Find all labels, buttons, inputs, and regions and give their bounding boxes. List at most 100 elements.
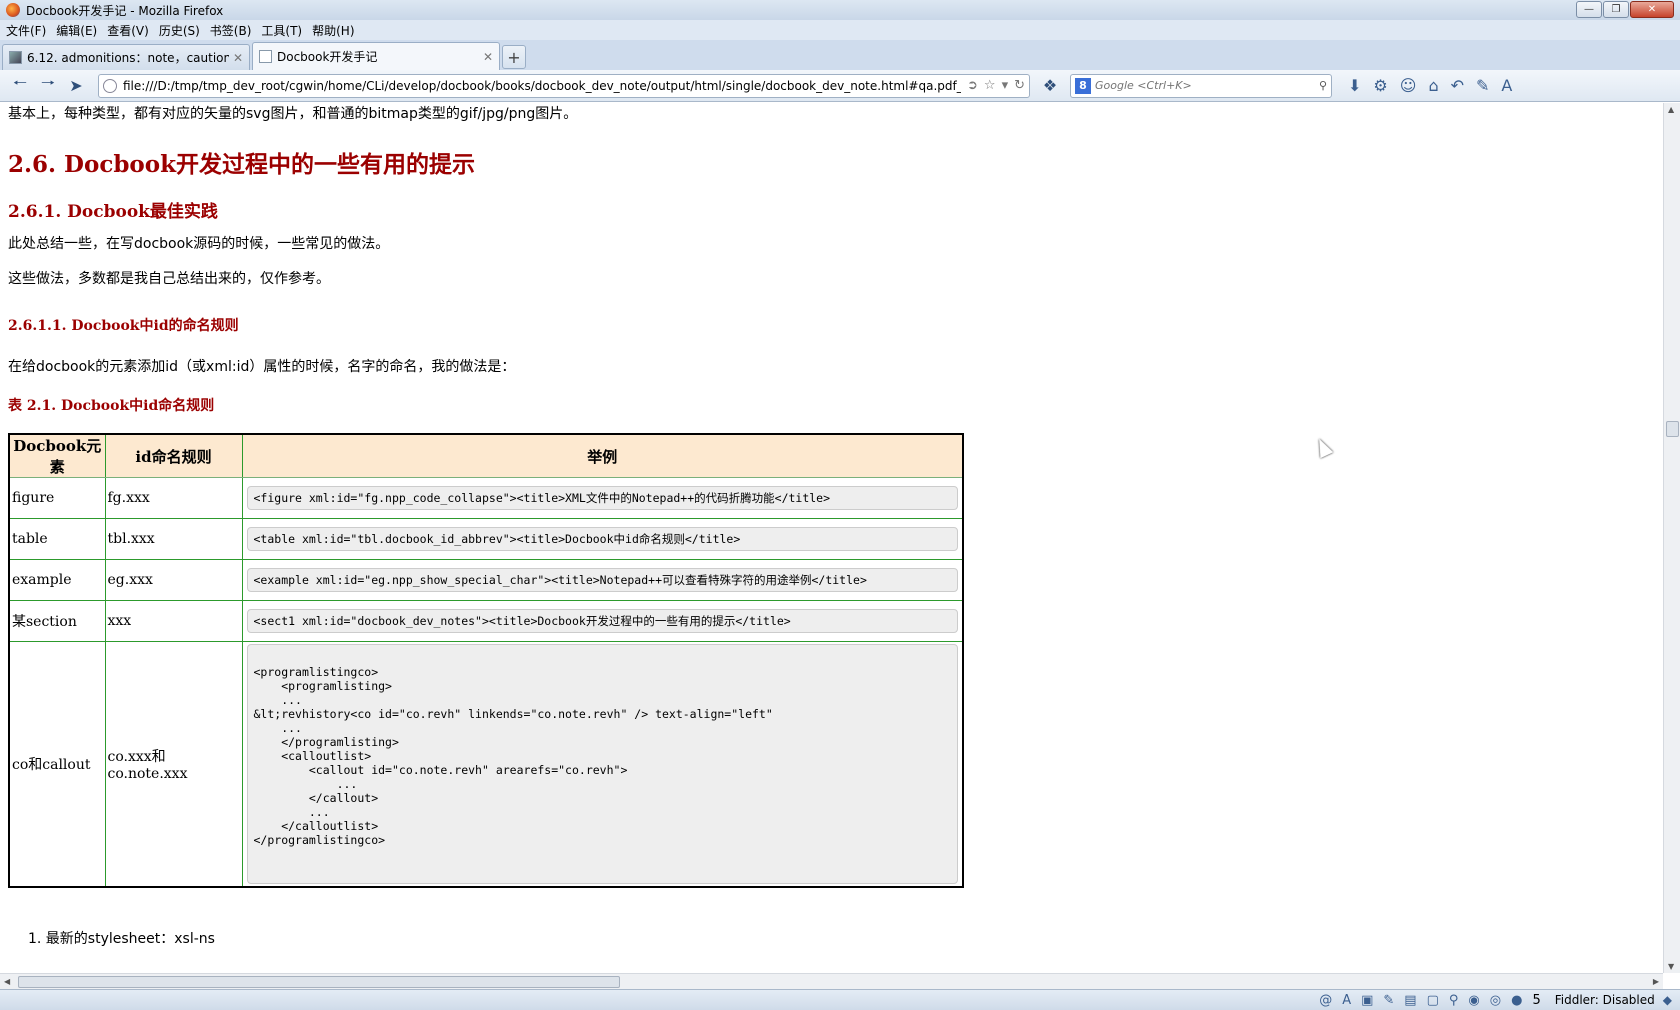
- tab-close-icon[interactable]: ✕: [483, 50, 493, 64]
- element-cell: figure: [9, 477, 106, 519]
- tools-icon[interactable]: ✎: [1476, 76, 1489, 95]
- menu-help[interactable]: 帮助(H): [310, 22, 362, 39]
- download-icon[interactable]: ⬇: [1348, 76, 1361, 95]
- maximize-button[interactable]: ❐: [1603, 1, 1629, 18]
- scroll-down-icon[interactable]: ▼: [1668, 962, 1674, 971]
- back-button[interactable]: 🠐: [6, 73, 34, 98]
- tab-bar: 6.12. admonitions：note，caution，... ✕ Doc…: [0, 40, 1680, 70]
- dropdown-icon[interactable]: ▾: [1002, 78, 1009, 93]
- rule-cell: eg.xxx: [105, 559, 243, 601]
- id-naming-table: Docbook元素 id命名规则 举例 figure fg.xxx <figur…: [8, 433, 964, 888]
- toolbar-icon[interactable]: ▤: [1404, 993, 1416, 1008]
- table-row: 某section xxx <sect1 xml:id="docbook_dev_…: [9, 600, 963, 642]
- table-row: figure fg.xxx <figure xml:id="fg.npp_cod…: [9, 477, 963, 519]
- rule-cell: xxx: [105, 600, 243, 642]
- search-bar[interactable]: 8 ⚲: [1070, 73, 1332, 98]
- tab-label: 6.12. admonitions：note，caution，...: [27, 51, 229, 65]
- vertical-scrollbar[interactable]: ▲ ▼: [1663, 103, 1680, 973]
- close-window-button[interactable]: ✕: [1630, 1, 1674, 18]
- fiddler-status[interactable]: Fiddler: Disabled: [1555, 993, 1655, 1007]
- rule-cell: tbl.xxx: [105, 518, 243, 560]
- element-cell: 某section: [9, 600, 106, 642]
- page-favicon-icon: [9, 51, 22, 64]
- smiley-icon[interactable]: ☺: [1400, 76, 1417, 95]
- new-tab-button[interactable]: +: [502, 45, 526, 69]
- tab-admonitions[interactable]: 6.12. admonitions：note，caution，... ✕: [2, 44, 250, 70]
- table-row: table tbl.xxx <table xml:id="tbl.docbook…: [9, 518, 963, 560]
- firefox-icon: [6, 3, 20, 17]
- zoom-icon[interactable]: ⚲: [1449, 993, 1459, 1008]
- code-example: <programlistingco> <programlisting> ... …: [246, 644, 958, 884]
- paragraph: 这些做法，多数都是我自己总结出来的，仅作参考。: [8, 271, 330, 287]
- font-icon[interactable]: A: [1342, 993, 1351, 1008]
- globe-icon[interactable]: ●: [1511, 993, 1522, 1008]
- page-content: 基本上，每种类型，都有对应的矢量的svg图片，和普通的bitmap类型的gif/…: [0, 103, 1663, 973]
- horizontal-scroll-thumb[interactable]: [18, 976, 620, 988]
- addon-icon[interactable]: ❖: [1036, 74, 1064, 98]
- subsubsection-title: 2.6.1.1. Docbook中id的命名规则: [8, 318, 239, 334]
- site-identity-icon[interactable]: [103, 78, 117, 93]
- forward-button[interactable]: 🠒: [34, 73, 62, 98]
- search-icon[interactable]: ⚲: [1319, 79, 1327, 92]
- subsection-title: 2.6.1. Docbook最佳实践: [8, 202, 218, 222]
- scroll-left-icon[interactable]: ◀: [4, 977, 10, 986]
- google-engine-icon[interactable]: 8: [1075, 77, 1091, 94]
- camera-icon[interactable]: ◉: [1468, 993, 1479, 1008]
- vertical-scroll-thumb[interactable]: [1666, 421, 1679, 437]
- rule-cell: fg.xxx: [105, 477, 243, 519]
- reader-icon[interactable]: A: [1501, 76, 1512, 95]
- element-cell: table: [9, 518, 106, 560]
- bookmark-star-icon[interactable]: ☆: [984, 78, 996, 93]
- element-cell: co和callout: [9, 641, 106, 887]
- blank-page-icon: [259, 50, 272, 63]
- frame-icon[interactable]: ▣: [1361, 993, 1373, 1008]
- element-cell: example: [9, 559, 106, 601]
- menu-bar: 文件(F) 编辑(E) 查看(V) 历史(S) 书签(B) 工具(T) 帮助(H…: [0, 20, 1680, 40]
- fiddler-icon[interactable]: ◆: [1663, 993, 1672, 1007]
- table-row: example eg.xxx <example xml:id="eg.npp_s…: [9, 559, 963, 601]
- go-icon[interactable]: ➤: [62, 74, 90, 98]
- scroll-up-icon[interactable]: ▲: [1668, 105, 1674, 114]
- intro-paragraph: 基本上，每种类型，都有对应的矢量的svg图片，和普通的bitmap类型的gif/…: [8, 106, 578, 122]
- horizontal-scrollbar[interactable]: ◀ ▶: [0, 973, 1663, 989]
- tab-docbook-notes[interactable]: Docbook开发手记 ✕: [252, 42, 500, 70]
- tab-label: Docbook开发手记: [277, 50, 378, 64]
- menu-edit[interactable]: 编辑(E): [54, 22, 105, 39]
- table-header: id命名规则: [105, 434, 243, 478]
- window-title: Docbook开发手记 - Mozilla Firefox: [26, 3, 224, 18]
- code-example: <figure xml:id="fg.npp_code_collapse"><t…: [246, 486, 958, 510]
- navigation-toolbar: 🠐 🠒 ➤ file:///D:/tmp/tmp_dev_root/cgwin/…: [0, 70, 1680, 102]
- record-icon[interactable]: ◎: [1490, 993, 1501, 1008]
- go-arrow-icon[interactable]: ➲: [967, 78, 978, 93]
- code-example: <example xml:id="eg.npp_show_special_cha…: [246, 568, 958, 592]
- url-bar[interactable]: file:///D:/tmp/tmp_dev_root/cgwin/home/C…: [98, 73, 1030, 98]
- paragraph: 此处总结一些，在写docbook源码的时候，一些常见的做法。: [8, 236, 390, 252]
- at-icon[interactable]: @: [1319, 993, 1332, 1008]
- tab-close-icon[interactable]: ✕: [233, 51, 243, 65]
- menu-history[interactable]: 历史(S): [157, 22, 208, 39]
- menu-file[interactable]: 文件(F): [4, 22, 54, 39]
- table-header: Docbook元素: [9, 434, 106, 478]
- rule-cell: co.xxx和co.note.xxx: [105, 641, 243, 887]
- table-header: 举例: [242, 434, 963, 478]
- menu-tools[interactable]: 工具(T): [259, 22, 310, 39]
- window-title-bar: Docbook开发手记 - Mozilla Firefox — ❐ ✕: [0, 0, 1680, 20]
- scroll-right-icon[interactable]: ▶: [1653, 977, 1659, 986]
- reload-icon[interactable]: ↻: [1014, 78, 1025, 93]
- status-count: 5: [1532, 992, 1541, 1008]
- section-title: 2.6. Docbook开发过程中的一些有用的提示: [8, 151, 476, 178]
- window-icon[interactable]: ▢: [1427, 993, 1439, 1008]
- code-example: <sect1 xml:id="docbook_dev_notes"><title…: [246, 609, 958, 633]
- minimize-button[interactable]: —: [1576, 1, 1602, 18]
- undo-icon[interactable]: ↶: [1451, 76, 1464, 95]
- extension-icon[interactable]: ⚙: [1373, 76, 1387, 95]
- code-example: <table xml:id="tbl.docbook_id_abbrev"><t…: [246, 527, 958, 551]
- search-input[interactable]: [1095, 79, 1319, 92]
- home-icon[interactable]: ⌂: [1428, 76, 1438, 95]
- url-text[interactable]: file:///D:/tmp/tmp_dev_root/cgwin/home/C…: [123, 79, 961, 93]
- table-row: co和callout co.xxx和co.note.xxx <programli…: [9, 641, 963, 887]
- status-bar: @ A ▣ ✎ ▤ ▢ ⚲ ◉ ◎ ● 5 Fiddler: Disabled …: [0, 989, 1680, 1010]
- menu-view[interactable]: 查看(V): [105, 22, 157, 39]
- pencil-icon[interactable]: ✎: [1383, 993, 1394, 1008]
- menu-bookmarks[interactable]: 书签(B): [208, 22, 260, 39]
